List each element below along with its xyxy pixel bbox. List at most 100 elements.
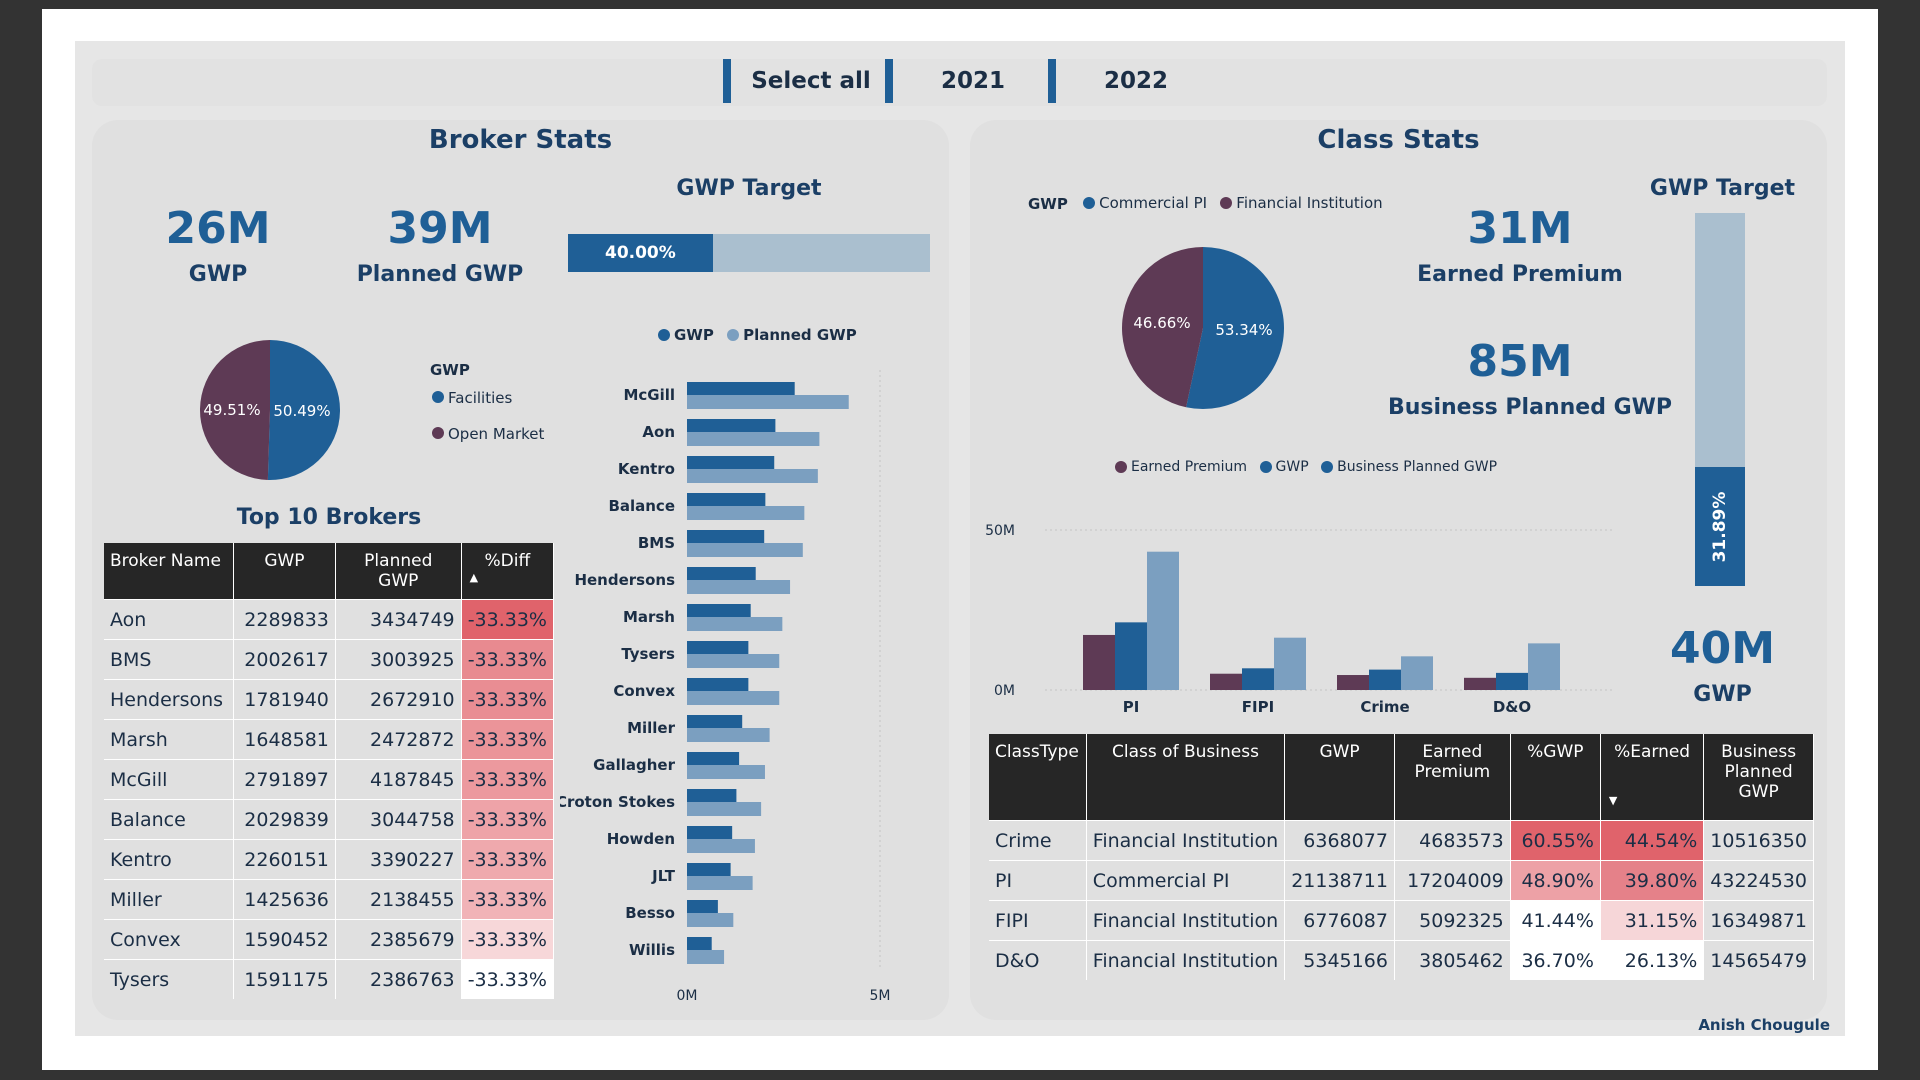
bar-business-planned-gwp[interactable] [1528,643,1560,690]
col-header-pct-earned[interactable]: %Earned ▼ [1600,734,1705,821]
bar-planned-gwp[interactable] [687,506,805,520]
kpi-class-gwp-label: GWP [1693,682,1752,707]
bar-planned-gwp[interactable] [687,913,734,927]
bar-business-planned-gwp[interactable] [1401,656,1433,690]
bar-earned-premium[interactable] [1337,675,1369,690]
col-header-broker-name[interactable]: Broker Name [104,543,234,600]
bar-gwp[interactable] [687,641,749,655]
legend-gwp[interactable]: GWP [658,326,714,344]
broker-gwp-target-fill: 40.00% [568,234,713,272]
table-row[interactable]: Aon 2289833 3434749 -33.33% [104,599,555,640]
bar-planned-gwp[interactable] [687,728,770,742]
bar-planned-gwp[interactable] [687,839,755,853]
bar-planned-gwp[interactable] [687,802,762,816]
bar-planned-gwp[interactable] [687,617,783,631]
pie-label-facilities: 50.49% [273,402,330,420]
bar-gwp[interactable] [687,530,765,544]
col-header-pct-gwp[interactable]: %GWP [1510,734,1601,821]
bar-gwp[interactable] [687,752,740,766]
bar-gwp[interactable] [687,937,712,951]
category-label: PI [1123,698,1140,716]
legend-business-planned-gwp[interactable]: Business Planned GWP [1321,459,1497,475]
bar-gwp[interactable] [1242,668,1274,690]
slicer-2022[interactable]: 2022 [1048,59,1216,103]
bar-gwp[interactable] [687,789,737,803]
col-header-class-of-business[interactable]: Class of Business [1086,734,1286,821]
bar-planned-gwp[interactable] [687,950,725,964]
col-header-diff[interactable]: %Diff ▲ [461,543,555,600]
category-label: Hendersons [574,571,675,589]
legend-planned-gwp[interactable]: Planned GWP [727,326,857,344]
broker-pie-legend-title: GWP [430,361,470,379]
table-row[interactable]: Tysers 1591175 2386763 -33.33% [104,959,555,999]
bar-gwp[interactable] [687,456,775,470]
y-tick-label: 50M [985,523,1015,539]
table-row[interactable]: Convex 1590452 2385679 -33.33% [104,919,555,960]
bar-gwp[interactable] [687,382,795,396]
table-row[interactable]: Kentro 2260151 3390227 -33.33% [104,839,555,880]
slicer-select-all[interactable]: Select all [723,59,891,103]
bar-gwp[interactable] [687,604,751,618]
class-bar-chart: 50M 0M PI FIPI Crime D&O [985,523,1615,716]
legend-commercial-pi[interactable]: Commercial PI [1083,194,1207,212]
table-row[interactable]: Crime Financial Institution 6368077 4683573… [989,820,1814,861]
table-row[interactable]: Miller 1425636 2138455 -33.33% [104,879,555,920]
bar-planned-gwp[interactable] [687,654,780,668]
legend-dot [1115,461,1127,473]
legend-class-gwp[interactable]: GWP [1259,459,1309,475]
bar-gwp[interactable] [1115,622,1147,690]
slicer-2021[interactable]: 2021 [885,59,1053,103]
bar-planned-gwp[interactable] [687,691,780,705]
bar-gwp[interactable] [687,863,731,877]
bar-earned-premium[interactable] [1083,634,1115,690]
legend-dot [1259,461,1272,473]
bar-gwp[interactable] [1496,672,1528,690]
bar-gwp[interactable] [687,715,743,729]
cell-planned-gwp: 2472872 [335,719,462,760]
bar-gwp[interactable] [687,900,718,914]
bar-business-planned-gwp[interactable] [1274,637,1306,690]
col-header-planned-gwp[interactable]: Planned GWP [335,543,462,600]
cell-broker-name: BMS [104,639,234,680]
col-header-classtype[interactable]: ClassType [989,734,1087,821]
broker-stats-title: Broker Stats [428,125,613,155]
bar-earned-premium[interactable] [1464,677,1496,690]
bar-gwp[interactable] [687,419,776,433]
table-row[interactable]: BMS 2002617 3003925 -33.33% [104,639,555,680]
table-row[interactable]: Marsh 1648581 2472872 -33.33% [104,719,555,760]
table-row[interactable]: FIPI Financial Institution 6776087 5092325 4… [989,900,1814,941]
col-header-class-gwp[interactable]: GWP [1284,734,1395,821]
col-header-earned-premium[interactable]: Earned Premium [1394,734,1511,821]
bar-gwp[interactable] [1369,669,1401,690]
class-bar-legend: Earned Premium GWP Business Planned GWP [1115,459,1505,477]
bar-planned-gwp[interactable] [687,395,849,409]
col-header-gwp[interactable]: GWP [233,543,336,600]
table-row[interactable]: Hendersons 1781940 2672910 -33.33% [104,679,555,720]
table-row[interactable]: PI Commercial PI 21138711 17204009 48.90% 39.… [989,860,1814,901]
bar-planned-gwp[interactable] [687,876,753,890]
bar-planned-gwp[interactable] [687,469,818,483]
bar-gwp[interactable] [687,678,749,692]
bar-planned-gwp[interactable] [687,543,803,557]
bar-gwp[interactable] [687,493,766,507]
bar-gwp[interactable] [687,567,756,581]
table-row[interactable]: D&O Financial Institution 5345166 3805462 36… [989,940,1814,980]
bar-planned-gwp[interactable] [687,580,791,594]
legend-financial-institution[interactable]: Financial Institution [1220,194,1383,212]
table-row[interactable]: Balance 2029839 3044758 -33.33% [104,799,555,840]
bar-earned-premium[interactable] [1210,673,1242,690]
legend-earned-premium[interactable]: Earned Premium [1115,459,1247,475]
category-label: Convex [613,682,675,700]
col-header-business-planned-gwp[interactable]: Business Planned GWP [1703,734,1814,821]
bar-planned-gwp[interactable] [687,765,765,779]
bar-planned-gwp[interactable] [687,432,820,446]
cell-diff: -33.33% [461,879,555,920]
legend-facilities[interactable]: Facilities [432,389,512,407]
legend-open-market[interactable]: Open Market [432,425,544,443]
bar-business-planned-gwp[interactable] [1147,551,1179,690]
category-label: Tysers [621,645,675,663]
cell-gwp: 1590452 [233,919,336,960]
bar-gwp[interactable] [687,826,733,840]
cell-broker-name: Hendersons [104,679,234,720]
table-row[interactable]: McGill 2791897 4187845 -33.33% [104,759,555,800]
